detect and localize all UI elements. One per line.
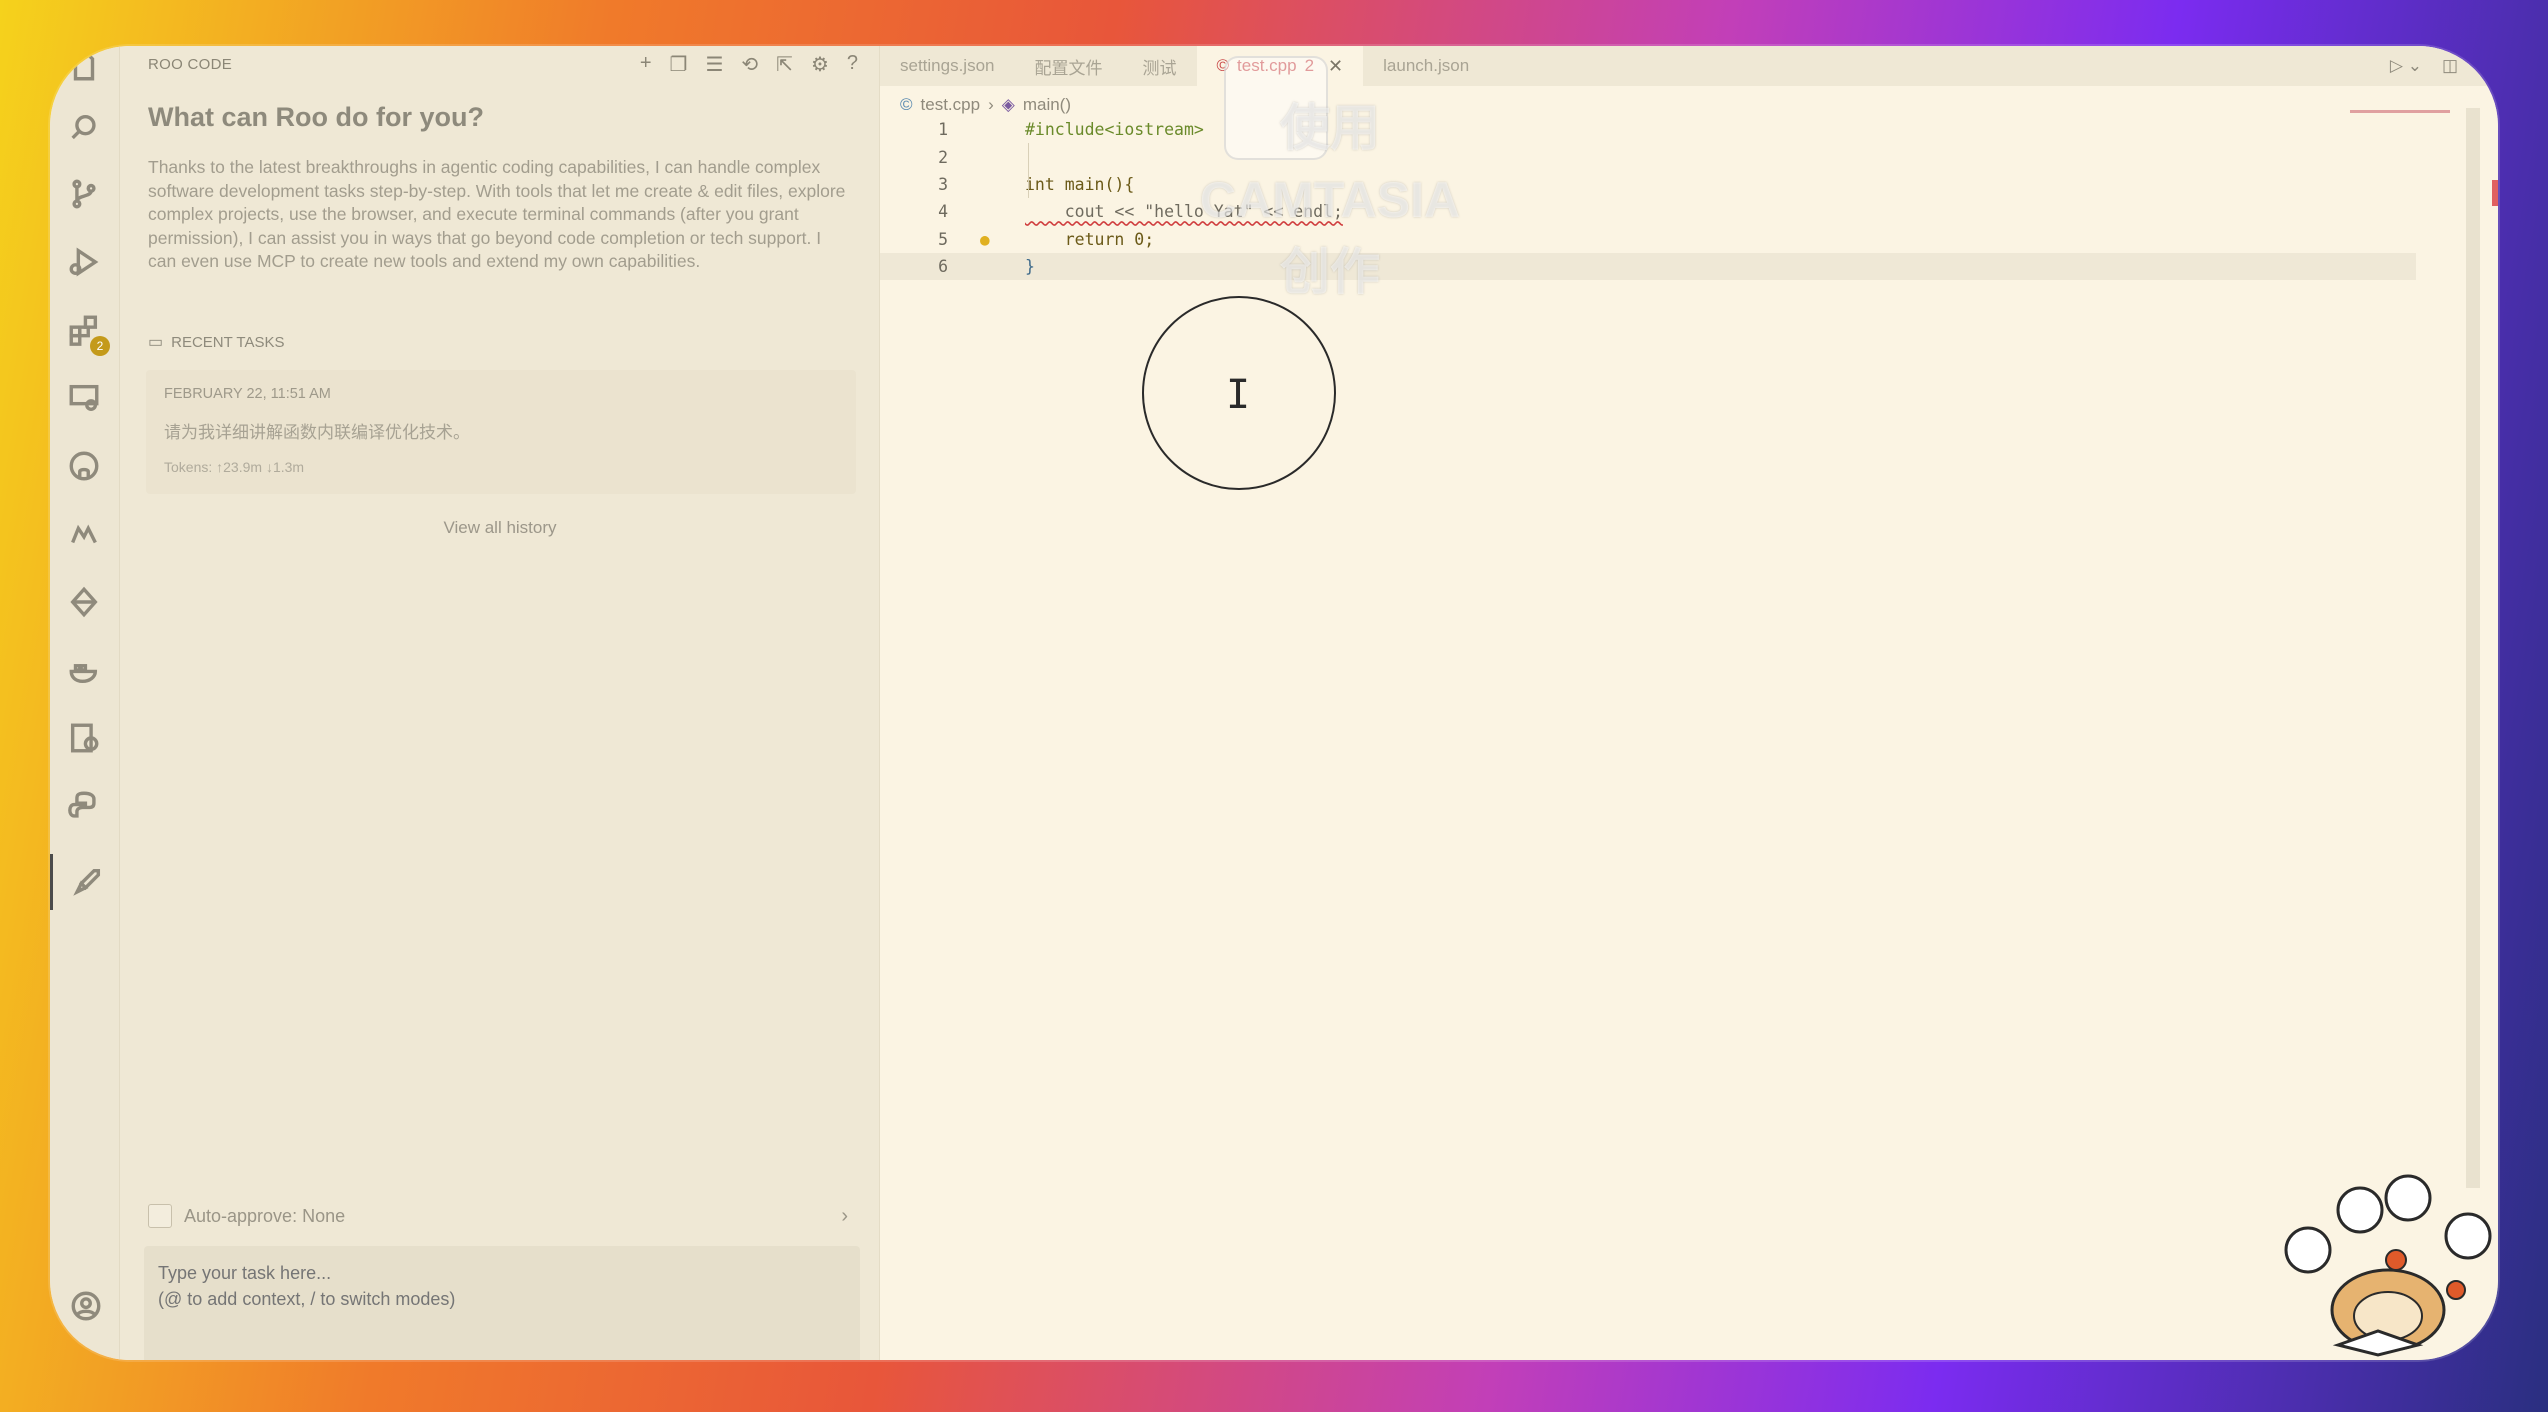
line-number: 2 [938, 147, 948, 167]
code-editor[interactable]: 1 #include<iostream> 2 3 int main(){ 4 c… [880, 116, 2498, 281]
split-editor-icon[interactable]: ◫ [2442, 56, 2458, 76]
tab-config-file[interactable]: 配置文件 [1015, 46, 1123, 86]
close-icon[interactable]: ✕ [1328, 56, 1343, 77]
roo-rocket-icon[interactable] [50, 854, 120, 910]
history-icon[interactable]: ⟲ [741, 52, 758, 77]
line-source: } [1025, 257, 1035, 277]
welcome-title: What can Roo do for you? [148, 102, 484, 132]
tab-settings-json[interactable]: settings.json [880, 46, 1015, 86]
tab-label: 测试 [1142, 58, 1177, 78]
minimap-marker [2350, 110, 2450, 113]
line-number: 4 [938, 202, 948, 222]
task-tokens: Tokens: ↑23.9m ↓1.3m [164, 459, 305, 475]
cpp-file-icon: © [900, 95, 913, 114]
cube-icon: ◈ [1001, 95, 1015, 114]
extensions-icon[interactable]: 2 [64, 310, 110, 356]
comment-icon: ▭ [148, 334, 164, 351]
app-window: 2 ROO CODE + ❐ ☰ ⟲ ⇱ ⚙ ? What can Roo do… [50, 46, 2498, 1360]
tab-label: 配置文件 [1034, 58, 1103, 78]
code-line: 5 ● return 0; [880, 226, 2498, 253]
watermark: 使用 CAMTASIA 创作 [1170, 92, 1490, 308]
editor-tabs: settings.json 配置文件 测试 © test.cpp 2 ✕ lau… [880, 46, 2498, 86]
search-icon[interactable] [64, 108, 104, 148]
chevron-right-icon: › [988, 95, 994, 114]
line-number: 5 [938, 229, 948, 249]
panel-title: ROO CODE [148, 55, 233, 73]
code-line: 4 cout << "hello Yat" << endl; [880, 198, 2498, 225]
task-text: 请为我详细讲解函数内联编译优化技术。 [164, 423, 470, 442]
roo-panel: ROO CODE + ❐ ☰ ⟲ ⇱ ⚙ ? What can Roo do f… [120, 46, 880, 1360]
line-number: 1 [938, 120, 948, 140]
run-icon[interactable]: ▷ ⌄ [2390, 56, 2422, 76]
run-debug-icon[interactable] [64, 242, 104, 282]
tab-label: settings.json [900, 56, 995, 75]
account-icon[interactable] [66, 1286, 106, 1326]
watermark-line: CAMTASIA [1199, 172, 1461, 228]
tab-launch-json[interactable]: launch.json [1363, 46, 1489, 86]
code-line: 1 #include<iostream> [880, 116, 2498, 143]
tab-label: launch.json [1383, 56, 1470, 75]
task-input[interactable] [144, 1246, 860, 1360]
source-control-icon[interactable] [64, 174, 104, 214]
gitlens-icon[interactable] [64, 582, 104, 622]
line-number: 3 [938, 174, 948, 194]
auto-approve-checkbox[interactable] [148, 1204, 172, 1228]
tab-test[interactable]: 测试 [1123, 46, 1197, 86]
welcome-description: Thanks to the latest breakthroughs in ag… [148, 157, 846, 271]
indent-guide [1028, 143, 1029, 198]
lightbulb-icon[interactable]: ● [980, 230, 990, 249]
task-date: FEBRUARY 22, 11:51 AM [164, 386, 331, 402]
line-source: int main(){ [1025, 174, 1135, 194]
view-all-history-link[interactable]: View all history [120, 518, 880, 538]
panel-header: ROO CODE + ❐ ☰ ⟲ ⇱ ⚙ ? [148, 46, 868, 82]
chevron-right-icon[interactable]: › [841, 1205, 848, 1228]
help-icon[interactable]: ? [847, 52, 858, 77]
code-line: 2 [880, 143, 2498, 170]
breadcrumb: © test.cpp › ◈ main() [900, 92, 1071, 118]
remote-explorer-icon[interactable] [64, 378, 104, 418]
vertical-scrollbar[interactable] [2466, 108, 2480, 1188]
roo-logo-icon[interactable] [64, 514, 104, 554]
code-line-current: 6 } [880, 252, 2416, 281]
explorer-icon[interactable] [64, 46, 104, 86]
auto-approve-label: Auto-approve: None [184, 1205, 346, 1226]
mascot-sticker-icon [2284, 1174, 2492, 1357]
panel-toolbar: + ❐ ☰ ⟲ ⇱ ⚙ ? [640, 52, 868, 77]
settings-gear-icon[interactable]: ⚙ [811, 52, 829, 77]
new-task-icon[interactable]: + [640, 52, 652, 77]
recent-task-item[interactable]: FEBRUARY 22, 11:51 AM 请为我详细讲解函数内联编译优化技术。… [146, 370, 856, 494]
test-explorer-icon[interactable] [64, 718, 104, 758]
extensions-badge: 2 [90, 336, 110, 356]
breadcrumb-symbol[interactable]: main() [1023, 95, 1071, 115]
auto-approve-row[interactable]: Auto-approve: None › [148, 1202, 848, 1230]
watermark-line: 使用 [1280, 100, 1380, 156]
activity-bar: 2 [50, 46, 120, 1360]
python-icon[interactable] [64, 786, 104, 826]
github-icon[interactable] [64, 446, 104, 486]
editor-toolbar: ▷ ⌄ ◫ [2390, 46, 2498, 86]
code-line: 3 int main(){ [880, 171, 2498, 198]
recent-tasks-label: RECENT TASKS [171, 333, 285, 351]
mcp-servers-icon[interactable]: ☰ [705, 52, 723, 77]
error-overview-marker [2492, 180, 2498, 206]
breadcrumb-file[interactable]: test.cpp [921, 95, 981, 115]
recent-tasks-heading: ▭ RECENT TASKS [148, 332, 285, 352]
open-editor-icon[interactable]: ⇱ [776, 52, 793, 77]
docker-icon[interactable] [64, 650, 104, 690]
line-number: 6 [938, 257, 948, 277]
prompts-icon[interactable]: ❐ [670, 52, 688, 77]
text-cursor-icon: I [1226, 372, 1251, 418]
line-source: return 0; [1025, 229, 1155, 249]
